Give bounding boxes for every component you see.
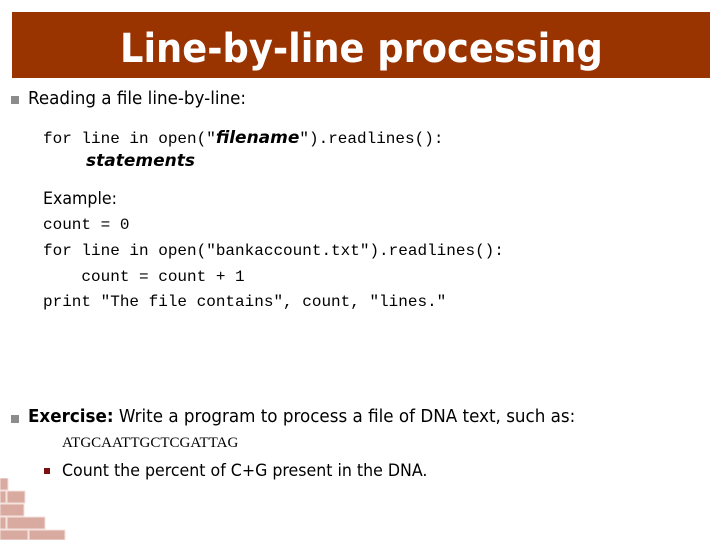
brick-wall-decoration (0, 478, 66, 540)
brick (6, 516, 46, 530)
sub-bullet-marker (44, 468, 50, 474)
brick (28, 529, 66, 540)
brick (0, 503, 25, 517)
brick (0, 516, 7, 530)
brick (0, 478, 9, 491)
dna-sample: ATGCAATTGCTCGATTAG (62, 435, 239, 451)
slide-title: Line-by-line processing (119, 26, 603, 72)
example-code-line: count = 0 (43, 216, 130, 234)
syntax-line-1: for line in open("filename").readlines()… (43, 128, 443, 148)
example-code-line: print "The file contains", count, "lines… (43, 293, 447, 311)
bullet-exercise-text: Exercise: Write a program to process a f… (28, 406, 575, 427)
brick (0, 490, 7, 504)
bullet-marker (11, 96, 19, 104)
exercise-label: Exercise: (28, 406, 114, 427)
brick (6, 490, 26, 504)
title-bar: Line-by-line processing (12, 12, 710, 78)
example-code-line: for line in open("bankaccount.txt").read… (43, 242, 504, 260)
syntax-line-2: statements (86, 151, 195, 171)
bullet-marker (11, 415, 19, 423)
bullet-reading-text: Reading a file line-by-line: (28, 88, 247, 109)
syntax-prefix: for line in open(" (43, 130, 216, 148)
syntax-suffix: ").readlines(): (299, 130, 444, 148)
brick (0, 529, 29, 540)
example-code-line: count = count + 1 (43, 268, 245, 286)
example-label: Example: (43, 189, 117, 209)
syntax-statements: statements (86, 151, 195, 171)
exercise-description: Write a program to process a file of DNA… (113, 406, 576, 427)
syntax-filename: filename (215, 128, 300, 148)
sub-bullet-text: Count the percent of C+G present in the … (62, 461, 428, 481)
